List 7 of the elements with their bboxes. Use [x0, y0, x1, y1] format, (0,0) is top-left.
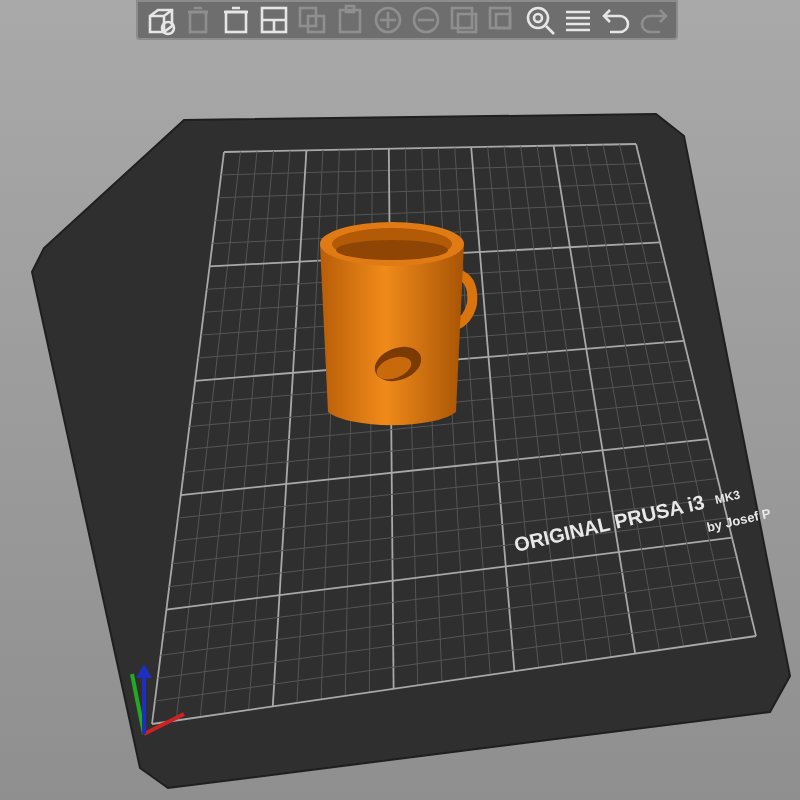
search-icon[interactable] — [522, 2, 558, 38]
layout-icon[interactable] — [256, 2, 292, 38]
axes-icon — [130, 664, 185, 736]
bed-logo-text: ORIGINAL PRUSA i3 — [512, 492, 707, 558]
print-bed[interactable] — [30, 113, 792, 790]
cup-model[interactable] — [320, 222, 478, 426]
trash-icon[interactable] — [218, 2, 254, 38]
